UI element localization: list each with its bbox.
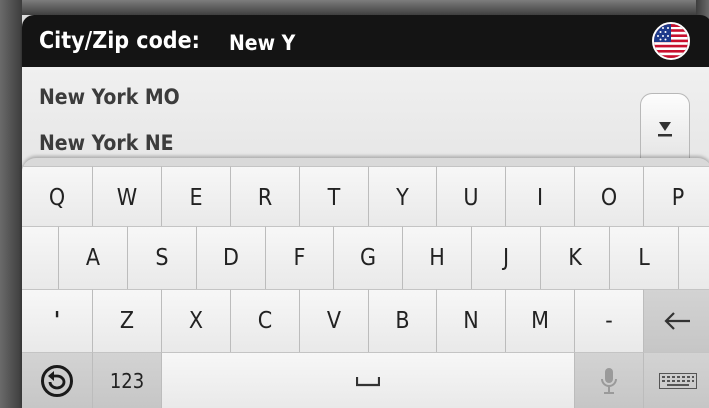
key-k[interactable]: K — [540, 226, 609, 289]
key-p[interactable]: P — [643, 166, 709, 226]
key-v[interactable]: V — [299, 289, 368, 352]
key-y[interactable]: Y — [368, 166, 436, 226]
key-a[interactable]: A — [58, 226, 127, 289]
key-l[interactable]: L — [609, 226, 678, 289]
key-f[interactable]: F — [265, 226, 333, 289]
results-list: New York MO New York NE — [22, 67, 709, 165]
search-field-label: City/Zip code: — [39, 28, 200, 54]
key-spacer-left — [22, 226, 58, 289]
back-icon — [41, 364, 73, 397]
app-window: City/Zip code: New Y New York MO New Yor… — [0, 0, 709, 408]
device-frame-left — [0, 0, 22, 408]
key-spacer-right — [678, 226, 709, 289]
backspace-arrow-icon — [664, 312, 690, 330]
key-c[interactable]: C — [230, 289, 299, 352]
search-input[interactable]: New Y — [229, 31, 295, 55]
keyboard-row-2: A S D F G H J K L — [22, 226, 709, 289]
key-apostrophe[interactable]: ' — [22, 289, 92, 352]
key-i[interactable]: I — [505, 166, 574, 226]
key-r[interactable]: R — [230, 166, 299, 226]
list-item[interactable]: New York NE — [39, 131, 174, 155]
microphone-button[interactable] — [574, 352, 643, 408]
keyboard-row-4: 123 — [22, 352, 709, 408]
space-bar[interactable] — [161, 352, 574, 408]
key-h[interactable]: H — [402, 226, 471, 289]
key-m[interactable]: M — [505, 289, 574, 352]
keyboard-row-3: ' Z X C V B N M - — [22, 289, 709, 352]
key-e[interactable]: E — [161, 166, 230, 226]
onscreen-keyboard: Q W E R T Y U I O P A S D F G H J K L ' — [22, 158, 709, 408]
key-o[interactable]: O — [574, 166, 643, 226]
key-n[interactable]: N — [436, 289, 505, 352]
back-button[interactable] — [22, 352, 92, 408]
list-item[interactable]: New York MO — [39, 85, 180, 109]
search-header[interactable]: City/Zip code: New Y — [22, 15, 709, 67]
keyboard-icon — [659, 372, 697, 389]
key-t[interactable]: T — [299, 166, 368, 226]
microphone-icon — [601, 367, 617, 394]
device-frame-top — [0, 0, 709, 15]
key-u[interactable]: U — [436, 166, 505, 226]
scroll-down-button[interactable] — [640, 93, 690, 165]
us-flag-icon[interactable] — [652, 22, 690, 60]
key-z[interactable]: Z — [92, 289, 161, 352]
space-icon — [356, 376, 380, 386]
keyboard-row-1: Q W E R T Y U I O P — [22, 166, 709, 226]
backspace-button[interactable] — [643, 289, 709, 352]
keyboard-toggle-button[interactable] — [643, 352, 709, 408]
key-x[interactable]: X — [161, 289, 230, 352]
key-g[interactable]: G — [333, 226, 402, 289]
key-j[interactable]: J — [471, 226, 540, 289]
key-d[interactable]: D — [196, 226, 265, 289]
key-b[interactable]: B — [368, 289, 436, 352]
scroll-down-icon — [658, 122, 672, 137]
key-hyphen[interactable]: - — [574, 289, 643, 352]
key-w[interactable]: W — [92, 166, 161, 226]
key-q[interactable]: Q — [22, 166, 92, 226]
numbers-button[interactable]: 123 — [92, 352, 161, 408]
key-s[interactable]: S — [127, 226, 196, 289]
